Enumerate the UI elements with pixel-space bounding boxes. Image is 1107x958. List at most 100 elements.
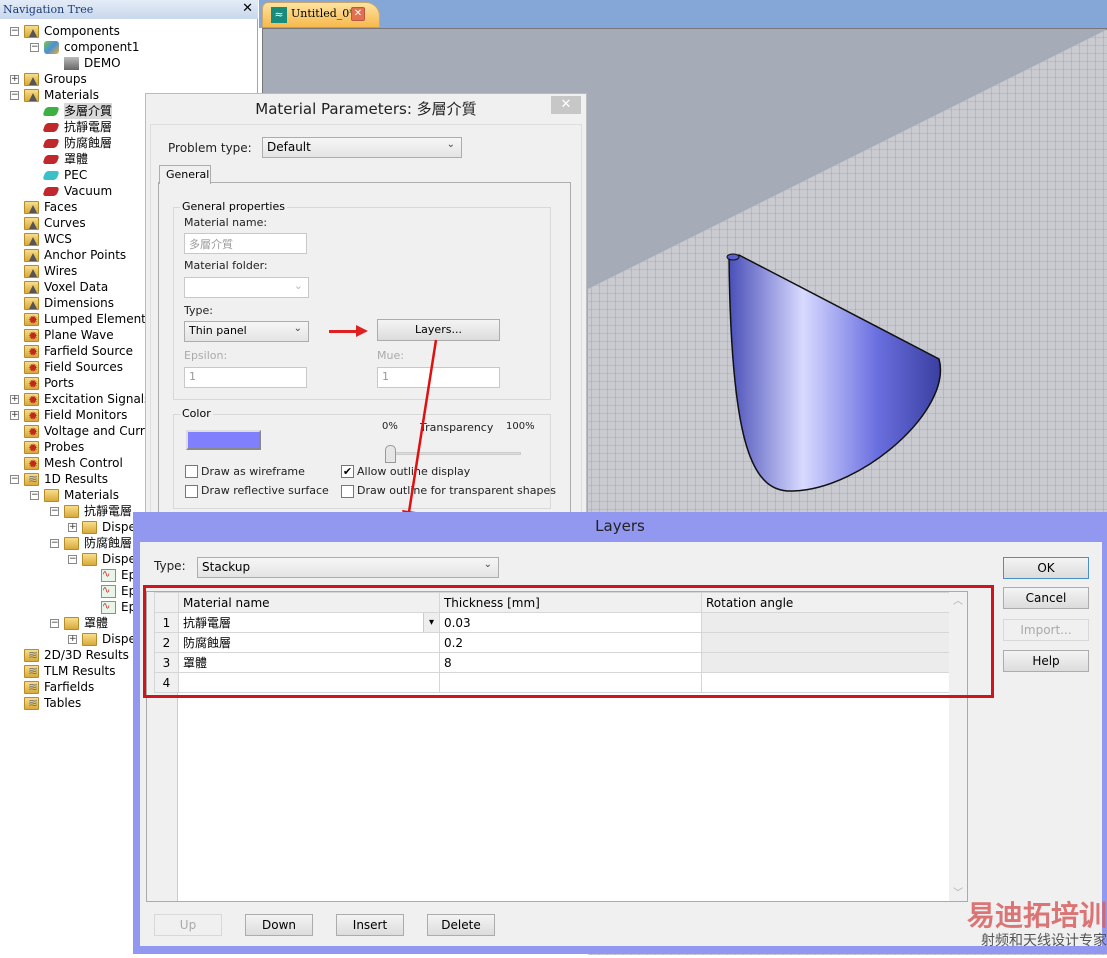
transparency-min-label: 0% xyxy=(382,421,398,432)
stackup-type-select[interactable]: Stackup ⌄ xyxy=(197,557,499,578)
checkbox-label: Draw reflective surface xyxy=(201,484,329,497)
tree-item-label: Farfields xyxy=(44,680,95,694)
tree-item-label: Curves xyxy=(44,216,86,230)
transparency-slider[interactable] xyxy=(386,452,521,455)
tree-item-label: Vacuum xyxy=(64,184,113,198)
expand-icon[interactable]: + xyxy=(68,523,77,532)
insert-button[interactable]: Insert xyxy=(336,914,404,936)
folder-icon xyxy=(82,553,97,566)
up-button[interactable]: Up xyxy=(154,914,222,936)
arrow-head-icon xyxy=(356,325,368,337)
collapse-icon[interactable]: − xyxy=(50,619,59,628)
delete-button[interactable]: Delete xyxy=(427,914,495,936)
draw-wireframe-checkbox[interactable] xyxy=(185,465,198,478)
mue-field[interactable]: 1 xyxy=(377,367,500,388)
tree-item-label: Components xyxy=(44,24,120,38)
transparency-label: Transparency xyxy=(420,421,494,434)
expand-icon[interactable]: + xyxy=(10,395,19,404)
tree-item-label: 2D/3D Results xyxy=(44,648,129,662)
mue-label: Mue: xyxy=(377,349,404,362)
tree-item-label: TLM Results xyxy=(44,664,116,678)
collapse-icon[interactable]: − xyxy=(10,475,19,484)
material-folder-label: Material folder: xyxy=(184,259,268,272)
type-select[interactable]: Thin panel ⌄ xyxy=(184,321,309,342)
material-folder-select[interactable]: ⌄ xyxy=(184,277,309,298)
tree-item-label: Probes xyxy=(44,440,85,454)
dialog-title: Layers xyxy=(595,517,645,535)
tree-item-label: PEC xyxy=(64,168,88,182)
folder-icon xyxy=(24,25,39,38)
folder-icon xyxy=(24,408,39,424)
chevron-down-icon: ⌄ xyxy=(483,559,492,570)
chevron-down-icon: ⌄ xyxy=(293,279,303,292)
import-button[interactable]: Import... xyxy=(1003,619,1089,641)
layers-button[interactable]: Layers... xyxy=(377,319,500,341)
collapse-icon[interactable]: − xyxy=(50,507,59,516)
color-swatch-button[interactable] xyxy=(186,430,261,450)
tree-item-label: Anchor Points xyxy=(44,248,127,262)
material-icon xyxy=(42,187,60,196)
tree-item-label: 多層介質 xyxy=(64,103,113,119)
collapse-icon[interactable]: − xyxy=(30,43,39,52)
tree-item[interactable]: − component1 xyxy=(0,39,258,55)
tree-item-label: Faces xyxy=(44,200,78,214)
tab-general[interactable]: General xyxy=(159,165,211,184)
type-value: Stackup xyxy=(202,560,251,574)
close-button[interactable]: ✕ xyxy=(551,96,581,114)
draw-reflective-checkbox[interactable] xyxy=(185,485,198,498)
folder-icon xyxy=(24,344,39,360)
type-value: Thin panel xyxy=(189,324,247,337)
tab-general-label: General xyxy=(166,168,210,181)
allow-outline-checkbox[interactable]: ✔ xyxy=(341,465,354,478)
results-folder-icon xyxy=(24,679,39,695)
expand-icon[interactable]: + xyxy=(10,75,19,84)
navigation-tree-header: Navigation Tree ✕ xyxy=(0,0,258,19)
tree-item-label: 抗靜電層 xyxy=(64,120,113,134)
results-folder-icon xyxy=(24,695,39,711)
epsilon-label: Epsilon: xyxy=(184,349,228,362)
group-label: General properties xyxy=(180,200,287,213)
results-folder-icon xyxy=(24,647,39,663)
collapse-icon[interactable]: − xyxy=(30,491,39,500)
collapse-icon[interactable]: − xyxy=(50,539,59,548)
problem-type-value: Default xyxy=(267,140,311,154)
material-icon xyxy=(42,171,60,180)
epsilon-field[interactable]: 1 xyxy=(184,367,307,388)
folder-icon xyxy=(24,456,39,472)
collapse-icon[interactable]: − xyxy=(68,555,77,564)
material-name-field[interactable]: 多層介質 xyxy=(184,233,307,254)
group-label: Color xyxy=(180,407,213,420)
close-tab-icon[interactable]: ✕ xyxy=(351,7,365,21)
cancel-button[interactable]: Cancel xyxy=(1003,587,1089,609)
material-icon xyxy=(42,139,60,148)
tree-item[interactable]: + Groups xyxy=(0,71,258,87)
curve-icon: ∿ xyxy=(101,585,116,598)
help-button[interactable]: Help xyxy=(1003,650,1089,672)
tree-item-label: Tables xyxy=(44,696,82,710)
close-icon[interactable]: ✕ xyxy=(242,1,253,16)
folder-icon xyxy=(24,249,39,262)
scroll-down-icon[interactable]: ﹀ xyxy=(953,884,963,899)
tree-item-label: Excitation Signals xyxy=(44,392,151,406)
tree-item-label: 1D Results xyxy=(44,472,109,486)
folder-icon xyxy=(82,633,97,646)
expand-icon[interactable]: + xyxy=(68,635,77,644)
tree-item[interactable]: − Components xyxy=(0,23,258,39)
solid-icon xyxy=(64,57,79,70)
down-button[interactable]: Down xyxy=(245,914,313,936)
problem-type-label: Problem type: xyxy=(168,141,252,155)
material-name-label: Material name: xyxy=(184,216,268,229)
tab-label: Untitled_0* xyxy=(291,7,355,20)
navigation-tree-title: Navigation Tree xyxy=(3,3,94,16)
tree-item[interactable]: DEMO xyxy=(0,55,258,71)
watermark-subtitle: 射频和天线设计专家 xyxy=(981,933,1107,949)
ok-button[interactable]: OK xyxy=(1003,557,1089,579)
collapse-icon[interactable]: − xyxy=(10,91,19,100)
tree-item-label: Wires xyxy=(44,264,78,278)
expand-icon[interactable]: + xyxy=(10,411,19,420)
collapse-icon[interactable]: − xyxy=(10,27,19,36)
slider-thumb[interactable] xyxy=(385,445,396,463)
draw-outline-transparent-checkbox[interactable] xyxy=(341,485,354,498)
tab-untitled[interactable]: ≈ Untitled_0* ✕ xyxy=(262,2,380,27)
problem-type-select[interactable]: Default ⌄ xyxy=(262,137,462,158)
